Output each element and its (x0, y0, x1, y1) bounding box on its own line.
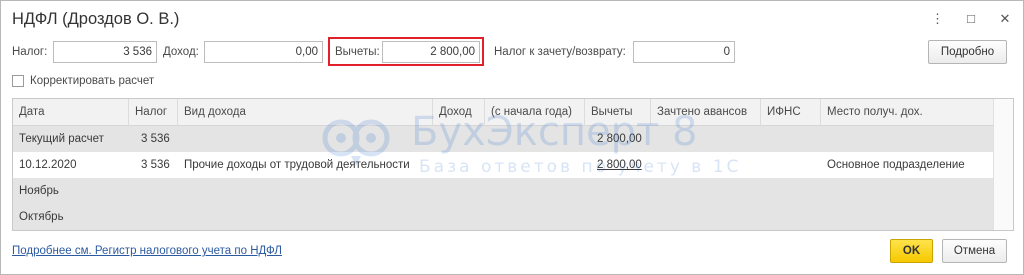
cell-tax: 3 536 (141, 133, 170, 145)
col-date[interactable]: Дата (13, 99, 129, 126)
col-income[interactable]: Доход (433, 99, 485, 126)
cell-deductions-link[interactable]: 2 800,00 (591, 152, 642, 178)
ok-button[interactable]: OK (890, 239, 933, 263)
cancel-button[interactable]: Отмена (942, 239, 1007, 263)
table-row[interactable]: Ноябрь (13, 178, 993, 204)
col-advances[interactable]: Зачтено авансов (651, 99, 761, 126)
cell-date: Ноябрь (19, 185, 59, 197)
zachet-field[interactable]: 0 (633, 41, 735, 63)
maximize-icon[interactable]: □ (965, 12, 977, 26)
ndfl-window: НДФЛ (Дроздов О. В.) ⋮ □ ✕ Налог: 3 536 … (0, 0, 1024, 275)
correct-calculation-label: Корректировать расчет (30, 75, 155, 87)
col-income-kind[interactable]: Вид дохода (178, 99, 433, 126)
summary-row: Налог: 3 536 Доход: 0,00 Вычеты: 2 800,0… (1, 40, 1023, 65)
nalog-label: Налог: (12, 46, 48, 58)
cell-deductions: 2 800,00 (597, 133, 642, 145)
col-ytd[interactable]: (с начала года) (485, 99, 585, 126)
checkbox-box[interactable] (12, 75, 24, 87)
dohod-label: Доход: (163, 46, 199, 58)
window-title: НДФЛ (Дроздов О. В.) (12, 10, 180, 28)
details-button[interactable]: Подробно (928, 40, 1007, 64)
cell-date: Октябрь (19, 211, 64, 223)
cell-date: 10.12.2020 (19, 159, 77, 171)
correct-calculation-checkbox[interactable]: Корректировать расчет (12, 75, 154, 87)
table-row[interactable]: Текущий расчет 3 536 2 800,00 (13, 126, 993, 152)
nalog-field[interactable]: 3 536 (53, 41, 157, 63)
more-menu-icon[interactable]: ⋮ (931, 12, 944, 26)
deductions-highlight-frame (328, 37, 484, 66)
zachet-label: Налог к зачету/возврату: (494, 46, 626, 58)
col-place[interactable]: Место получ. дох. (821, 99, 993, 126)
cell-income-kind: Прочие доходы от трудовой деятельности (184, 159, 410, 171)
table-header: Дата Налог Вид дохода Доход (с начала го… (13, 99, 993, 126)
cell-place: Основное подразделение (827, 159, 965, 171)
table-row[interactable]: 10.12.2020 3 536 Прочие доходы от трудов… (13, 152, 993, 178)
title-buttons: ⋮ □ ✕ (931, 12, 1011, 26)
ndfl-table: Дата Налог Вид дохода Доход (с начала го… (12, 98, 1014, 231)
col-ifns[interactable]: ИФНС (761, 99, 821, 126)
col-deductions[interactable]: Вычеты (585, 99, 651, 126)
table-scrollbar[interactable] (993, 99, 1013, 230)
cell-tax: 3 536 (141, 159, 170, 171)
dohod-field[interactable]: 0,00 (204, 41, 323, 63)
register-link[interactable]: Подробнее см. Регистр налогового учета п… (12, 245, 282, 257)
col-tax[interactable]: Налог (129, 99, 178, 126)
close-icon[interactable]: ✕ (999, 12, 1011, 26)
table-row[interactable]: Октябрь (13, 204, 993, 230)
cell-date: Текущий расчет (19, 133, 104, 145)
